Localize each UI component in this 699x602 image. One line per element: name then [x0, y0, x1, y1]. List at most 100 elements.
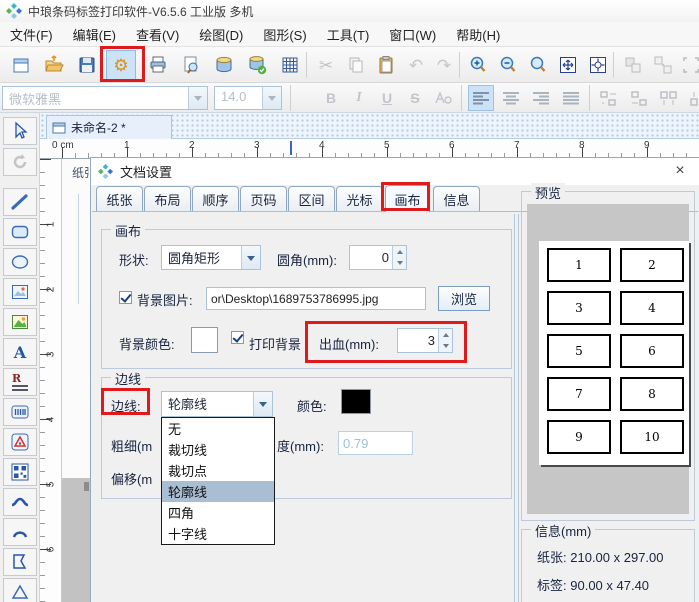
menu-file[interactable]: 文件(F)	[0, 22, 63, 46]
align-justify-button[interactable]	[558, 85, 584, 111]
bleed-spinner[interactable]: 3	[397, 328, 453, 353]
spin-up-icon[interactable]	[393, 246, 406, 258]
menu-edit[interactable]: 编辑(E)	[63, 22, 126, 46]
ellipse-tool-button[interactable]	[3, 248, 37, 276]
scrollbar-thumb[interactable]	[84, 482, 89, 491]
spin-down-icon[interactable]	[439, 340, 452, 352]
dropdown-item-corners[interactable]: 四角	[162, 502, 274, 523]
menu-view[interactable]: 查看(V)	[126, 22, 189, 46]
curve-tool-button[interactable]	[3, 488, 37, 516]
dropdown-item-outline[interactable]: 轮廓线	[162, 481, 274, 502]
shape-combo[interactable]: 圆角矩形	[161, 245, 261, 270]
ungroup-button[interactable]	[648, 50, 678, 80]
align-right-button[interactable]	[528, 85, 554, 111]
chevron-down-icon[interactable]	[262, 87, 281, 109]
document-settings-button[interactable]: ⚙	[106, 50, 136, 80]
shape-symbol-tool-button[interactable]	[3, 428, 37, 456]
distribute-bottom-button[interactable]	[686, 85, 699, 111]
underline-button[interactable]: U	[374, 85, 400, 111]
tab-order[interactable]: 顺序	[192, 186, 239, 211]
distribute-right-button[interactable]	[626, 85, 652, 111]
canvas-area[interactable]: 纸张	[62, 159, 90, 602]
tab-canvas[interactable]: 画布	[385, 185, 430, 212]
cut-button[interactable]: ✂	[311, 50, 341, 80]
dropdown-item-cut-point[interactable]: 裁切点	[162, 460, 274, 481]
fit-content-button[interactable]	[583, 50, 613, 80]
new-document-button[interactable]	[6, 50, 36, 80]
menu-shape[interactable]: 图形(S)	[253, 22, 316, 46]
dropdown-item-crosshair[interactable]: 十字线	[162, 523, 274, 544]
distribute-left-button[interactable]	[596, 85, 622, 111]
zoom-button[interactable]	[523, 50, 553, 80]
font-size-combo[interactable]: 14.0	[214, 86, 282, 110]
line-width-input[interactable]: 0.79	[338, 431, 413, 455]
tab-page-num[interactable]: 页码	[240, 186, 287, 211]
copy-button[interactable]	[341, 50, 371, 80]
rounded-rect-tool-button[interactable]	[3, 218, 37, 246]
tab-range[interactable]: 区间	[288, 186, 335, 211]
chevron-down-icon[interactable]	[253, 392, 272, 416]
bounds-button[interactable]	[676, 50, 699, 80]
dropdown-item-none[interactable]: 无	[162, 418, 274, 439]
menu-tools[interactable]: 工具(T)	[317, 22, 380, 46]
menu-help[interactable]: 帮助(H)	[446, 22, 510, 46]
browse-button[interactable]: 浏览	[438, 286, 490, 311]
save-button[interactable]	[72, 50, 102, 80]
bold-button[interactable]: B	[318, 85, 344, 111]
zoom-in-button[interactable]	[463, 50, 493, 80]
corner-radius-spinner[interactable]: 0	[349, 245, 407, 270]
tab-info[interactable]: 信息	[433, 186, 480, 211]
text-style-button[interactable]	[430, 85, 456, 111]
border-color-swatch[interactable]	[341, 389, 371, 414]
fit-window-button[interactable]	[553, 50, 583, 80]
redo-button[interactable]: ↷	[429, 50, 459, 80]
open-button[interactable]	[39, 50, 69, 80]
database-refresh-button[interactable]	[242, 50, 272, 80]
text-tool-button[interactable]: A	[3, 338, 37, 366]
chevron-down-icon[interactable]	[188, 87, 207, 109]
border-line-combo[interactable]: 轮廓线	[161, 391, 273, 417]
distribute-top-button[interactable]	[656, 85, 682, 111]
bg-image-checkbox[interactable]	[119, 291, 132, 304]
paper-size-value: 210.00 x 297.00	[570, 550, 664, 565]
zoom-out-button[interactable]	[493, 50, 523, 80]
menu-draw[interactable]: 绘图(D)	[189, 22, 253, 46]
tab-paper[interactable]: 纸张	[96, 186, 143, 211]
align-left-button[interactable]	[468, 85, 494, 111]
triangle-tool-button[interactable]	[3, 578, 37, 602]
spin-down-icon[interactable]	[393, 257, 406, 269]
document-tab[interactable]: 未命名-2 *	[46, 115, 172, 139]
dropdown-item-cut-line[interactable]: 裁切线	[162, 439, 274, 460]
line-tool-button[interactable]	[3, 188, 37, 216]
tab-layout[interactable]: 布局	[144, 186, 191, 211]
image-tool-button[interactable]	[3, 278, 37, 306]
menu-window[interactable]: 窗口(W)	[379, 22, 446, 46]
select-tool-button[interactable]	[3, 117, 37, 145]
align-center-button[interactable]	[498, 85, 524, 111]
rotate-tool-button[interactable]	[3, 148, 37, 176]
bg-image-path-input[interactable]: or\Desktop\1689753786995.jpg	[206, 287, 426, 310]
close-icon[interactable]: ×	[669, 161, 691, 181]
bg-color-swatch[interactable]	[191, 327, 218, 353]
strikethrough-button[interactable]: S	[402, 85, 428, 111]
arc-tool-button[interactable]	[3, 518, 37, 546]
paper-size-line: 纸张: 210.00 x 297.00	[537, 547, 664, 566]
print-preview-button[interactable]	[176, 50, 206, 80]
database-button[interactable]	[209, 50, 239, 80]
polygon-tool-button[interactable]	[3, 548, 37, 576]
undo-button[interactable]: ↶	[401, 50, 431, 80]
print-bg-checkbox[interactable]	[231, 331, 244, 344]
italic-button[interactable]: I	[346, 85, 372, 111]
tab-cursor[interactable]: 光标	[336, 186, 383, 211]
group-button[interactable]	[618, 50, 648, 80]
chevron-down-icon[interactable]	[241, 246, 260, 269]
grid-button[interactable]	[275, 50, 305, 80]
print-button[interactable]	[143, 50, 173, 80]
paste-button[interactable]	[371, 50, 401, 80]
spin-up-icon[interactable]	[439, 329, 452, 341]
font-name-combo[interactable]: 微软雅黑	[2, 86, 208, 110]
picture-tool-button[interactable]	[3, 308, 37, 336]
rich-text-tool-button[interactable]: R	[3, 368, 37, 396]
barcode-tool-button[interactable]	[3, 398, 37, 426]
qrcode-tool-button[interactable]	[3, 458, 37, 486]
